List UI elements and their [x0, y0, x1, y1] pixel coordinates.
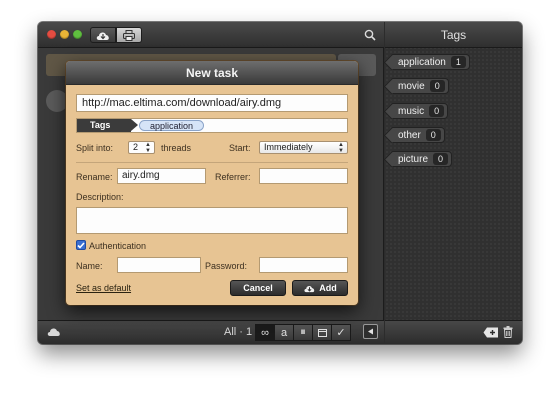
rename-label: Rename: [76, 172, 113, 182]
cancel-button[interactable]: Cancel [230, 280, 286, 296]
password-label: Password: [205, 261, 248, 271]
bottom-toolbar: All · 1 ∞ a ⏸ ✓ [38, 320, 384, 344]
tag-count-badge: 0 [429, 80, 445, 92]
start-label: Start: [229, 143, 251, 153]
zoom-window-button[interactable] [73, 30, 82, 39]
filter-completed-button[interactable]: ✓ [331, 324, 351, 341]
tag-count-badge: 0 [429, 105, 445, 117]
tag-name: music [398, 105, 425, 117]
url-input[interactable]: http://mac.eltima.com/download/airy.dmg [76, 94, 348, 112]
close-window-button[interactable] [47, 30, 56, 39]
tag-item-music[interactable]: music 0 [391, 103, 449, 119]
split-label: Split into: [76, 143, 114, 153]
name-label: Name: [76, 261, 103, 271]
filter-paused-button[interactable]: ⏸ [293, 324, 313, 341]
filter-segmented-control: ∞ a ⏸ ✓ [255, 324, 351, 341]
rename-input[interactable]: airy.dmg [117, 168, 206, 184]
add-tag-icon[interactable] [483, 327, 499, 338]
threads-label: threads [161, 143, 192, 153]
cloud-download-icon [304, 285, 315, 292]
calendar-icon [317, 328, 327, 337]
threads-value: 2 [133, 142, 139, 152]
filter-all-button[interactable]: ∞ [255, 324, 275, 341]
tag-name: picture [398, 153, 429, 165]
referrer-input[interactable] [259, 168, 348, 184]
description-textarea[interactable] [76, 207, 348, 234]
divider [76, 162, 348, 163]
titlebar [38, 22, 384, 48]
stepper-arrows-icon[interactable]: ▲ ▼ [145, 142, 151, 154]
threads-stepper[interactable]: 2 ▲ ▼ [128, 141, 155, 154]
background-item-icon [46, 90, 68, 112]
filter-scheduled-button[interactable] [312, 324, 332, 341]
tags-field-label: Tags [77, 119, 138, 132]
selected-tag-chip[interactable]: application [139, 120, 205, 131]
start-value: Immediately [264, 142, 313, 152]
toggle-sidebar-button[interactable] [363, 324, 378, 339]
triangle-left-icon [368, 328, 373, 335]
tag-item-movie[interactable]: movie 0 [391, 78, 449, 94]
start-select[interactable]: Immediately ▲ ▼ [259, 141, 348, 154]
tag-name: application [398, 56, 446, 68]
trash-icon[interactable] [503, 326, 513, 338]
tag-item-application[interactable]: application 1 [391, 54, 470, 70]
name-input[interactable] [117, 257, 201, 273]
add-button-label: Add [319, 283, 337, 293]
tag-item-other[interactable]: other 0 [391, 127, 445, 143]
set-as-default-link[interactable]: Set as default [76, 283, 131, 293]
downloads-view-button[interactable] [90, 27, 116, 43]
filter-count-label: All · 1 [224, 326, 253, 338]
cloud-download-icon [96, 31, 109, 40]
tag-count-badge: 0 [433, 153, 449, 165]
tag-item-picture[interactable]: picture 0 [391, 151, 453, 167]
minimize-window-button[interactable] [60, 30, 69, 39]
tag-name: movie [398, 80, 425, 92]
filter-active-button[interactable]: a [274, 324, 294, 341]
authentication-checkbox[interactable] [76, 240, 86, 250]
authentication-label: Authentication [89, 241, 147, 251]
password-input[interactable] [259, 257, 348, 273]
tags-sidebar: Tags application 1 movie 0 music 0 other… [385, 22, 522, 344]
tag-count-badge: 0 [425, 129, 441, 141]
print-view-button[interactable] [116, 27, 142, 43]
add-button[interactable]: Add [292, 280, 348, 296]
select-arrows-icon: ▲ ▼ [338, 142, 344, 154]
description-label: Description: [76, 192, 124, 202]
tag-count-badge: 1 [450, 56, 466, 68]
tags-sidebar-title: Tags [385, 22, 522, 48]
checkmark-icon [77, 241, 85, 249]
search-icon[interactable] [364, 29, 376, 41]
tags-toolbar [385, 320, 522, 344]
tags-field[interactable]: Tags application [76, 118, 348, 133]
new-task-dialog: New task http://mac.eltima.com/download/… [66, 61, 358, 305]
tag-name: other [398, 129, 421, 141]
printer-icon [123, 29, 135, 41]
cloud-icon[interactable] [47, 327, 61, 337]
referrer-label: Referrer: [215, 172, 251, 182]
dialog-title: New task [66, 61, 358, 85]
